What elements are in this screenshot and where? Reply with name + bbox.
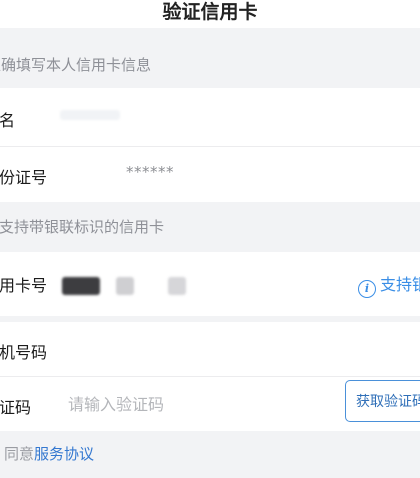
card-number-masked-2: [116, 277, 134, 295]
id-number-value: ******: [126, 163, 174, 181]
title-bar: 验证信用卡: [0, 0, 420, 28]
name-label: 名: [0, 111, 16, 130]
phone-label: 机号码: [0, 343, 48, 362]
page: 验证信用卡 正确填写本人信用卡信息 名 份证号 ****** 支持带银联标识的信…: [0, 0, 420, 478]
id-number-label: 份证号: [0, 168, 48, 187]
card-number-masked-1: [62, 277, 100, 295]
section-header-card: 支持带银联标识的信用卡: [0, 202, 420, 252]
verify-code-input[interactable]: [62, 391, 274, 417]
verify-code-label: 证码: [0, 398, 32, 417]
agreement-line: 同意服务协议: [4, 443, 94, 464]
section-card-text: 支持带银联标识的信用卡: [0, 218, 165, 236]
section-identity-text: 正确填写本人信用卡信息: [0, 56, 152, 74]
service-agreement-link[interactable]: 服务协议: [34, 445, 94, 463]
name-value-masked: [60, 110, 120, 120]
get-code-button[interactable]: 获取验证码: [345, 380, 420, 422]
agreement-prefix: 同意: [4, 445, 35, 463]
support-banks-label: 支持银: [379, 275, 420, 294]
page-title: 验证信用卡: [162, 1, 258, 23]
section-header-identity: 正确填写本人信用卡信息: [0, 28, 420, 88]
support-banks-link[interactable]: i 支持银: [357, 271, 420, 298]
phone-row[interactable]: 机号码: [0, 322, 420, 376]
info-icon: i: [357, 280, 376, 298]
name-row[interactable]: 名: [0, 88, 420, 146]
id-number-row[interactable]: 份证号 ******: [0, 147, 420, 202]
card-number-label: 用卡号: [0, 276, 48, 295]
card-number-masked-3: [168, 277, 186, 295]
